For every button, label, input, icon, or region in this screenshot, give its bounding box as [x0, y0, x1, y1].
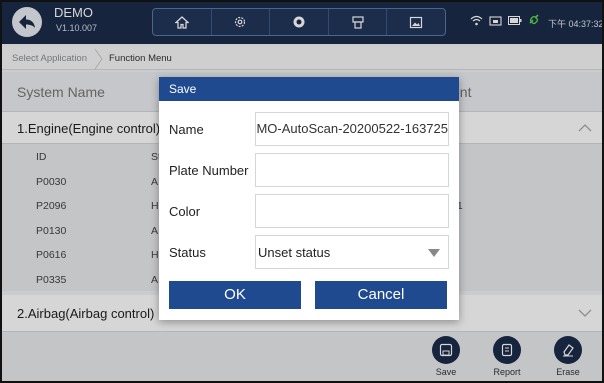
cancel-button[interactable]: Cancel [315, 281, 447, 309]
ok-button[interactable]: OK [169, 281, 301, 309]
dialog-title: Save [159, 77, 459, 101]
name-row: Name EMO-AutoScan-20200522-163725 [159, 112, 459, 146]
plate-number-label: Plate Number [169, 163, 249, 178]
color-label: Color [169, 204, 201, 219]
status-row: Status Unset status [159, 235, 459, 269]
status-label: Status [169, 245, 206, 260]
status-value: Unset status [258, 245, 331, 260]
color-field[interactable] [255, 194, 449, 228]
save-dialog: Save Name EMO-AutoScan-20200522-163725 P… [159, 77, 459, 320]
plate-row: Plate Number [159, 153, 459, 187]
status-dropdown[interactable]: Unset status [255, 235, 449, 269]
plate-number-field[interactable] [255, 153, 449, 187]
color-row: Color [159, 194, 459, 228]
dropdown-arrow-icon [428, 249, 440, 257]
name-value: EMO-AutoScan-20200522-163725 [255, 121, 448, 136]
name-field[interactable]: EMO-AutoScan-20200522-163725 [255, 112, 449, 146]
name-label: Name [169, 122, 204, 137]
